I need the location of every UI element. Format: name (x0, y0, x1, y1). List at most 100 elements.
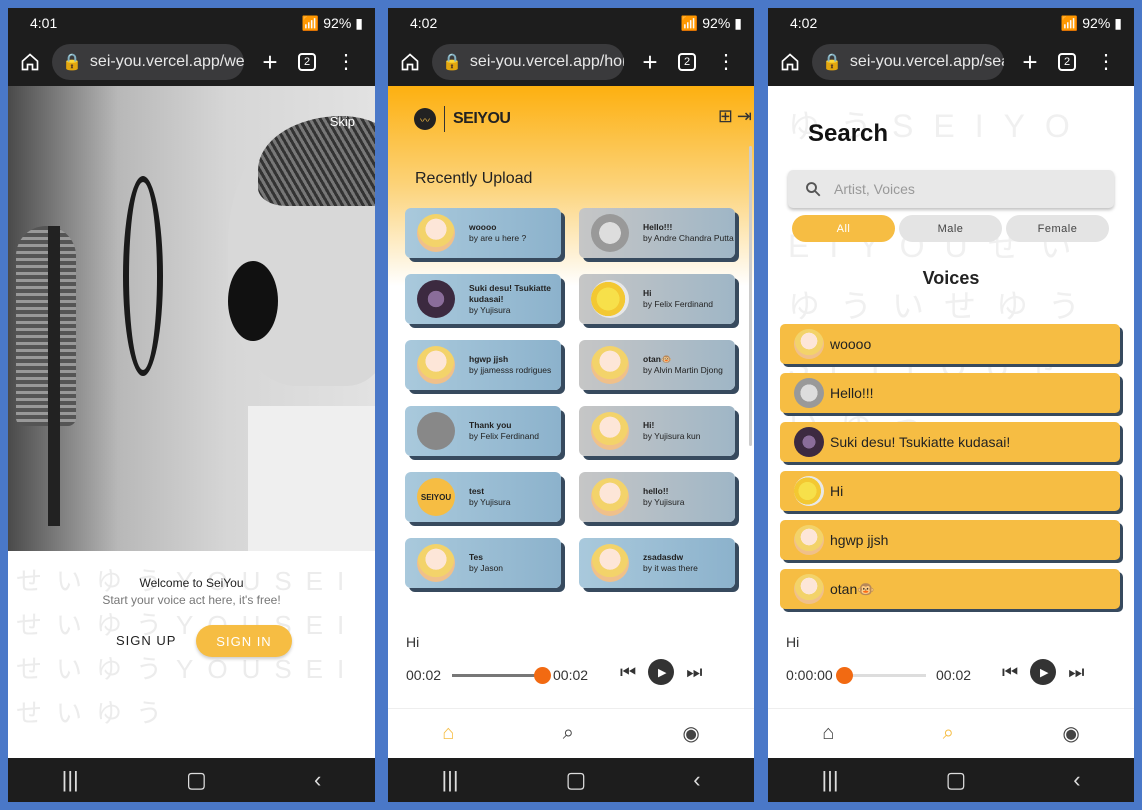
upload-card[interactable]: otan🐵 by Alvin Martin Djong (579, 340, 735, 390)
home-icon[interactable] (10, 42, 50, 82)
address-bar[interactable]: 🔒 sei-you.vercel.app/sea (812, 44, 1004, 80)
upload-card[interactable]: Suki desu! Tsukiatte kudasai! by Yujisura (405, 274, 561, 324)
battery-level: 92% (1082, 15, 1111, 31)
sign-in-button[interactable]: SIGN IN (196, 625, 292, 657)
more-icon[interactable]: ⋮ (336, 52, 356, 72)
filter-female[interactable]: Female (1006, 215, 1109, 242)
battery-icon: ▮ (734, 14, 742, 31)
upload-card[interactable]: woooo by are u here ? (405, 208, 561, 258)
voice-title: otan🐵 (830, 580, 875, 597)
home-icon[interactable] (390, 42, 430, 82)
voice-item[interactable]: woooo (780, 324, 1120, 364)
wifi-icon: 📶 (1060, 14, 1079, 31)
nav-profile-icon[interactable]: ◉ (1062, 721, 1079, 746)
upload-author: by Yujisura (469, 304, 511, 315)
filter-all[interactable]: All (792, 215, 895, 242)
audio-player: Hi 0:00:00 00:02 ⏮ ▶ ⏭ (768, 634, 1134, 708)
voice-item[interactable]: Hi (780, 471, 1120, 511)
address-bar[interactable]: 🔒 sei-you.vercel.app/hor (432, 44, 624, 80)
upload-title: test (469, 486, 485, 496)
upload-title: hgwp jjsh (469, 354, 509, 364)
skip-next-icon[interactable]: ⏭ (686, 662, 702, 683)
voice-item[interactable]: otan🐵 (780, 569, 1120, 609)
back-icon[interactable]: ‹ (693, 767, 700, 793)
skip-next-icon[interactable]: ⏭ (1068, 662, 1084, 683)
filter-male[interactable]: Male (899, 215, 1002, 242)
upload-card[interactable]: zsadasdw by it was there (579, 538, 735, 588)
new-tab-icon[interactable]: + (630, 47, 670, 78)
upload-author: by Felix Ferdinand (643, 299, 713, 309)
recent-apps-icon[interactable]: ||| (62, 767, 79, 793)
progress-slider[interactable] (452, 667, 551, 684)
home-button-icon[interactable]: ▢ (946, 767, 967, 793)
add-icon[interactable]: ⊞ (718, 106, 733, 127)
upload-card[interactable]: Hi! by Yujisura kun (579, 406, 735, 456)
voice-item[interactable]: hgwp jjsh (780, 520, 1120, 560)
voice-title: hgwp jjsh (830, 532, 889, 548)
search-input[interactable] (834, 181, 1074, 197)
skip-previous-icon[interactable]: ⏮ (1002, 662, 1018, 683)
upload-title: Hello!!! (643, 222, 673, 232)
home-icon[interactable] (770, 42, 810, 82)
nav-search-icon[interactable]: ⌕ (563, 722, 574, 745)
upload-card[interactable]: Hi by Felix Ferdinand (579, 274, 735, 324)
upload-author: by Yujisura (643, 497, 685, 507)
voice-item[interactable]: Suki desu! Tsukiatte kudasai! (780, 422, 1120, 462)
upload-card[interactable]: hello!! by Yujisura (579, 472, 735, 522)
tab-count[interactable]: 2 (678, 53, 696, 71)
battery-icon: ▮ (355, 14, 363, 31)
home-button-icon[interactable]: ▢ (566, 767, 587, 793)
tab-count[interactable]: 2 (298, 53, 316, 71)
new-tab-icon[interactable]: + (250, 47, 290, 78)
upload-title: Hi (643, 288, 652, 298)
progress-slider[interactable] (836, 667, 926, 684)
recent-apps-icon[interactable]: ||| (821, 767, 838, 793)
wifi-icon: 📶 (301, 14, 320, 31)
upload-card[interactable]: hgwp jjsh by jjamesss rodrigues (405, 340, 561, 390)
logout-icon[interactable]: ⇥ (737, 106, 752, 127)
waveform-icon: 〰 (414, 108, 436, 130)
more-icon[interactable]: ⋮ (1096, 52, 1116, 72)
upload-title: hello!! (643, 486, 669, 496)
new-tab-icon[interactable]: + (1010, 47, 1050, 78)
scrollbar[interactable] (749, 146, 752, 446)
voice-avatar (794, 378, 824, 408)
back-icon[interactable]: ‹ (1073, 767, 1080, 793)
upload-card[interactable]: Thank you by Felix Ferdinand (405, 406, 561, 456)
sign-up-button[interactable]: SIGN UP (116, 633, 176, 648)
voice-title: Hi (830, 483, 844, 499)
more-icon[interactable]: ⋮ (716, 52, 736, 72)
audio-player: Hi 00:02 00:02 ⏮ ▶ ⏭ (388, 634, 754, 708)
url-text: sei-you.vercel.app/wel (89, 53, 244, 70)
duration-time: 00:02 (553, 667, 589, 683)
upload-card[interactable]: SEIYOU test by Yujisura (405, 472, 561, 522)
skip-previous-icon[interactable]: ⏮ (620, 662, 636, 683)
upload-card[interactable]: Hello!!! by Andre Chandra Putta (579, 208, 735, 258)
upload-title: Tes (469, 552, 484, 562)
section-title: Recently Upload (415, 170, 533, 187)
wifi-icon: 📶 (680, 14, 699, 31)
nav-home-icon[interactable]: ⌂ (442, 722, 454, 745)
slider-knob[interactable] (836, 667, 853, 684)
upload-card[interactable]: Tes by Jason (405, 538, 561, 588)
nav-profile-icon[interactable]: ◉ (682, 721, 699, 746)
voice-title: woooo (830, 336, 872, 352)
play-icon[interactable]: ▶ (648, 659, 675, 685)
seiyou-logo: 〰 SEIYOU (414, 106, 511, 132)
play-icon[interactable]: ▶ (1030, 659, 1057, 685)
nav-home-icon[interactable]: ⌂ (822, 722, 834, 745)
home-button-icon[interactable]: ▢ (186, 767, 207, 793)
tab-count[interactable]: 2 (1058, 53, 1076, 71)
nav-search-icon[interactable]: ⌕ (943, 722, 954, 745)
url-text: sei-you.vercel.app/sea (849, 53, 1004, 70)
slider-knob[interactable] (534, 667, 551, 684)
search-box[interactable] (788, 170, 1114, 208)
skip-link[interactable]: Skip (330, 114, 355, 129)
recent-apps-icon[interactable]: ||| (441, 767, 458, 793)
welcome-panel: せいゆうYOUSEIせいゆうYOUSEIせいゆうYOUSEIせいゆう Welco… (8, 551, 375, 758)
back-icon[interactable]: ‹ (314, 767, 321, 793)
address-bar[interactable]: 🔒 sei-you.vercel.app/wel (52, 44, 244, 80)
bottom-nav: ⌂ ⌕ ◉ (388, 708, 754, 758)
voice-item[interactable]: Hello!!! (780, 373, 1120, 413)
upload-avatar (417, 346, 455, 384)
